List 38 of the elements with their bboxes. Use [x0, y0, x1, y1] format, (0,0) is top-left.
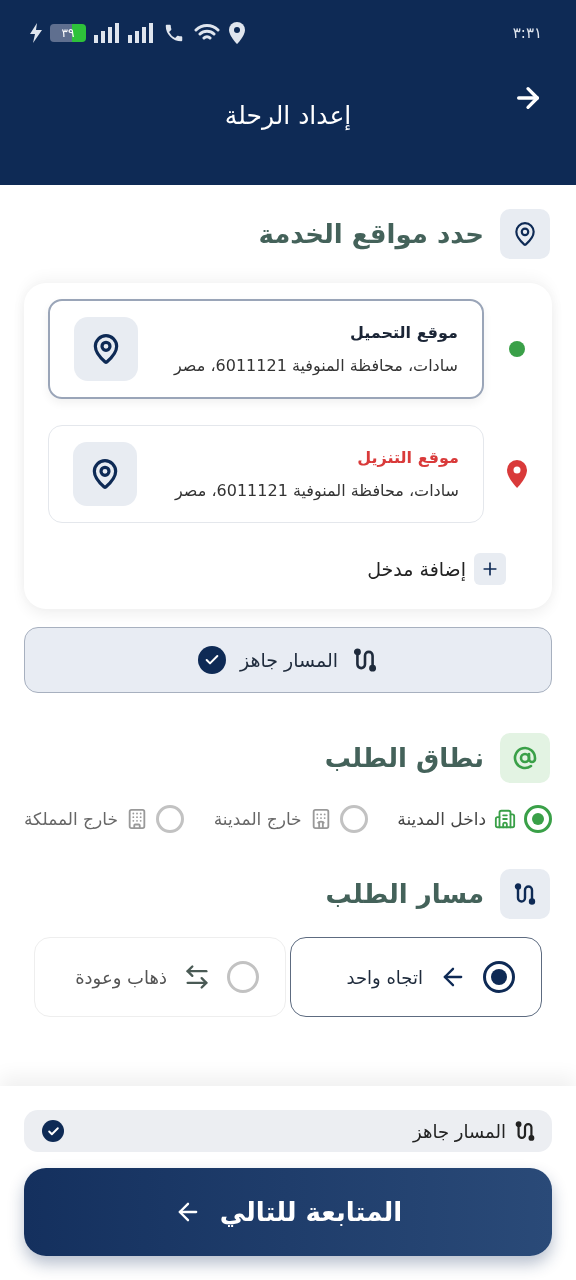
- plus-icon: [474, 553, 506, 585]
- page-title: إعداد الرحلة: [224, 101, 352, 130]
- scope-option[interactable]: خارج المملكة: [24, 805, 184, 833]
- route-option[interactable]: ذهاب وعودة: [34, 937, 286, 1017]
- status-dot: [509, 341, 525, 357]
- map-pin-icon[interactable]: [73, 442, 137, 506]
- scope-option[interactable]: داخل المدينة: [397, 805, 552, 833]
- location-card[interactable]: موقع التحميل سادات، محافظة المنوفية 6011121، مصر: [48, 299, 484, 399]
- charging-icon: [30, 23, 42, 43]
- section-title: مسار الطلب: [325, 879, 484, 909]
- location-label: موقع التنزيل: [356, 448, 459, 467]
- at-sign-icon: [500, 733, 550, 783]
- route-ready-button[interactable]: المسار جاهز: [24, 627, 552, 693]
- map-pin-icon: [500, 209, 550, 259]
- continue-button[interactable]: المتابعة للتالي: [24, 1168, 552, 1256]
- section-title: نطاق الطلب: [324, 743, 484, 773]
- route-status-label: المسار جاهز: [413, 1120, 536, 1142]
- signal-icon: [128, 23, 154, 43]
- location-address: سادات، محافظة المنوفية 6011121، مصر: [173, 481, 459, 500]
- location-address: سادات، محافظة المنوفية 6011121، مصر: [172, 356, 458, 375]
- route-option[interactable]: اتجاه واحد: [290, 937, 542, 1017]
- route-glyph-icon: [513, 882, 537, 906]
- map-pin-icon[interactable]: [74, 317, 138, 381]
- scope-option[interactable]: خارج المدينة: [213, 805, 368, 833]
- add-entry-button[interactable]: إضافة مدخل: [367, 553, 528, 585]
- location-label: موقع التحميل: [349, 323, 458, 342]
- location-card[interactable]: موقع التنزيل سادات، محافظة المنوفية 6011121، مصر: [48, 425, 484, 523]
- status-time: ٣:٣١: [512, 24, 542, 42]
- route-icon: [514, 1120, 536, 1142]
- location-icon: [228, 22, 246, 44]
- route-icon: [352, 647, 379, 673]
- signal-icon: [94, 23, 120, 43]
- battery-indicator: ٣٩: [50, 24, 86, 42]
- radio-button[interactable]: [524, 805, 552, 833]
- building-icon: [494, 808, 516, 830]
- map-pin-icon: [506, 460, 528, 488]
- section-title: حدد مواقع الخدمة: [258, 219, 484, 249]
- radio-button[interactable]: [483, 961, 515, 993]
